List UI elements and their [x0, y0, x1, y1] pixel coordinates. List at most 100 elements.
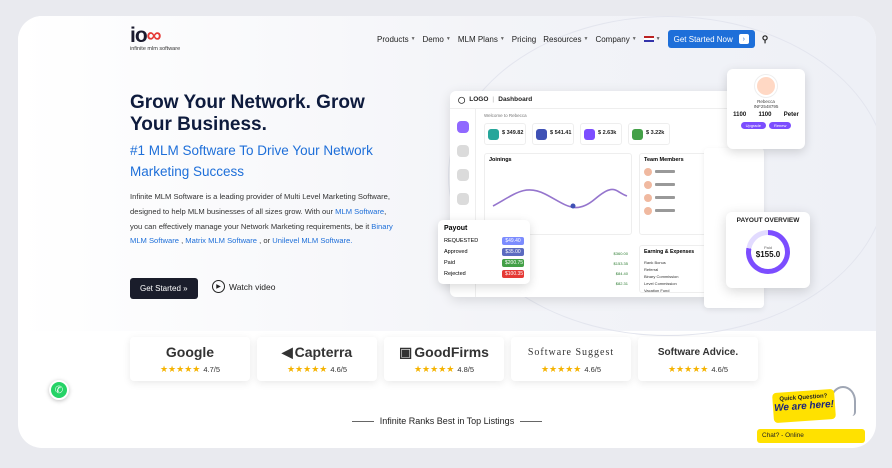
watch-video-button[interactable]: ▶ Watch video — [212, 280, 275, 293]
hero-title: Grow Your Network. Grow Your Business. — [130, 92, 365, 135]
stat-icon — [488, 129, 499, 140]
ring-value: $155.0 — [755, 250, 781, 259]
profile-actions: Upgrade Renew — [727, 122, 805, 129]
review-softwaresuggest[interactable]: Software Suggest ★★★★★ 4.6/5 — [511, 337, 631, 381]
profile-stat: Peter — [783, 112, 799, 118]
payout-row: REQUESTED $49.40 — [444, 235, 524, 246]
nav-mlm-plans[interactable]: MLM Plans ▼ — [458, 35, 505, 44]
us-flag-icon — [643, 36, 654, 42]
star-rating: ★★★★★ 4.7/5 — [159, 364, 221, 374]
renew-button[interactable]: Renew — [768, 122, 792, 129]
joinings-line — [492, 188, 628, 209]
table-value: $82.31 — [615, 281, 628, 286]
avatar — [755, 75, 777, 97]
stat-icon — [632, 129, 643, 140]
payout-ring: Paid $155.0 — [746, 230, 790, 274]
dash-nav-icon — [456, 193, 469, 205]
nav-company[interactable]: Company ▼ — [595, 35, 636, 44]
nav-label: Demo — [422, 34, 444, 44]
rating-score: 4.7/5 — [203, 365, 221, 374]
upgrade-button[interactable]: Upgrade — [740, 122, 766, 129]
brand-capterra: ◀ Capterra — [282, 343, 352, 361]
review-google[interactable]: Google ★★★★★ 4.7/5 — [130, 337, 250, 381]
link-mlm-software[interactable]: MLM Software — [335, 207, 384, 216]
brand-google: Google — [165, 344, 215, 360]
nav-products[interactable]: Products ▼ — [377, 35, 416, 44]
arrow-right-icon: › — [738, 34, 749, 44]
nav-label: Company — [595, 34, 630, 44]
nav-label: MLM Plans — [457, 34, 498, 44]
dash-nav-icon — [456, 169, 469, 181]
rating-score: 4.8/5 — [457, 365, 475, 374]
chevron-down-icon: ▼ — [631, 36, 637, 42]
payout-ring-inner: Paid $155.0 — [751, 235, 785, 269]
profile-stat: 1100 — [758, 112, 772, 118]
whatsapp-icon[interactable]: ✆ — [49, 380, 69, 400]
dash-title: Dashboard — [498, 96, 533, 103]
earnings-label: Vacation Fund — [644, 288, 670, 293]
payout-overview-card: PAYOUT OVERVIEW Paid $155.0 — [726, 212, 810, 288]
logo-mark: io∞ — [130, 24, 162, 47]
avatar — [644, 168, 652, 176]
stat-value: $ 3.22k — [646, 130, 665, 136]
earnings-label: Rank Bonus — [644, 260, 666, 265]
link-matrix-mlm[interactable]: Matrix MLM Software — [185, 236, 257, 245]
table-value: $153.35 — [613, 261, 628, 266]
star-rating: ★★★★★ 4.6/5 — [540, 364, 602, 374]
brand-softwaresuggest: Software Suggest — [527, 346, 615, 358]
review-goodfirms[interactable]: ▣ GoodFirms ★★★★★ 4.8/5 — [384, 337, 504, 381]
search-icon[interactable]: ⚲ — [762, 34, 769, 45]
nav-pricing[interactable]: Pricing — [512, 35, 536, 44]
rating-score: 4.6/5 — [584, 365, 602, 374]
payout-row: Rejected $100.35 — [444, 268, 524, 279]
watch-label: Watch video — [229, 281, 276, 292]
stat-icon — [536, 129, 547, 140]
nav-label: Products — [377, 34, 409, 44]
chat-bubble[interactable]: Quick Question? We are here! — [772, 388, 836, 424]
stat-card: $ 349.82 — [484, 123, 526, 145]
avatar — [644, 181, 652, 189]
stat-card: $ 541.41 — [532, 123, 574, 145]
review-badges: Google ★★★★★ 4.7/5 ◀ Capterra ★★★★★ 4.6/5 ▣… — [130, 337, 758, 381]
nav-demo[interactable]: Demo ▼ — [423, 35, 451, 44]
payout-label: REQUESTED — [444, 237, 479, 244]
main-nav: Products ▼ Demo ▼ MLM Plans ▼ Pricing Resou… — [377, 30, 768, 48]
earnings-label: Level Commission — [644, 281, 677, 286]
get-started-now-button[interactable]: Get Started Now › — [667, 30, 755, 48]
description-text: , or — [257, 236, 273, 246]
link-unilevel-mlm[interactable]: Unilevel MLM Software. — [272, 236, 352, 245]
play-icon: ▶ — [212, 280, 225, 293]
member-name-line — [655, 170, 675, 173]
hero-description: Infinite MLM Software is a leading provi… — [130, 190, 400, 249]
get-started-button[interactable]: Get Started » — [130, 278, 198, 299]
stat-value: $ 2.63k — [598, 130, 617, 136]
avatar — [644, 207, 652, 215]
dashboard-header: ◯ LOGO | Dashboard — [450, 91, 742, 109]
logo-tagline: infinite mlm software — [130, 46, 181, 52]
star-rating: ★★★★★ 4.8/5 — [413, 364, 475, 374]
page-frame: io∞ infinite mlm software Products ▼ Demo… — [18, 16, 876, 448]
review-softwareadvice[interactable]: Software Advice. ★★★★★ 4.6/5 — [638, 337, 758, 381]
nav-resources[interactable]: Resources ▼ — [543, 35, 588, 44]
star-rating: ★★★★★ 4.6/5 — [286, 364, 348, 374]
site-logo[interactable]: io∞ infinite mlm software — [130, 24, 220, 52]
review-capterra[interactable]: ◀ Capterra ★★★★★ 4.6/5 — [257, 337, 377, 381]
payout-value: $49.40 — [502, 236, 524, 245]
table-value: $84.40 — [615, 271, 628, 276]
dash-nav-icon — [456, 121, 469, 133]
earnings-label: Referral — [644, 267, 659, 272]
payout-label: Rejected — [444, 270, 466, 277]
dash-logo: LOGO — [469, 96, 489, 103]
avatar — [644, 194, 652, 202]
star-rating: ★★★★★ 4.6/5 — [667, 364, 729, 374]
member-name-line — [655, 196, 675, 199]
rating-score: 4.6/5 — [711, 365, 729, 374]
language-selector[interactable]: ▼ — [643, 36, 661, 42]
payout-row: Approved $35.00 — [444, 246, 524, 257]
profile-card: Rebecca INF2548795 1100 1100 Peter Upgra… — [727, 69, 805, 149]
team-title: Team Members — [644, 157, 684, 163]
nav-label: Pricing — [511, 34, 537, 44]
nav-label: Resources — [543, 34, 582, 44]
profile-stat: 1100 — [733, 112, 747, 118]
chat-online-button[interactable]: Chat? - Online — [757, 429, 865, 443]
